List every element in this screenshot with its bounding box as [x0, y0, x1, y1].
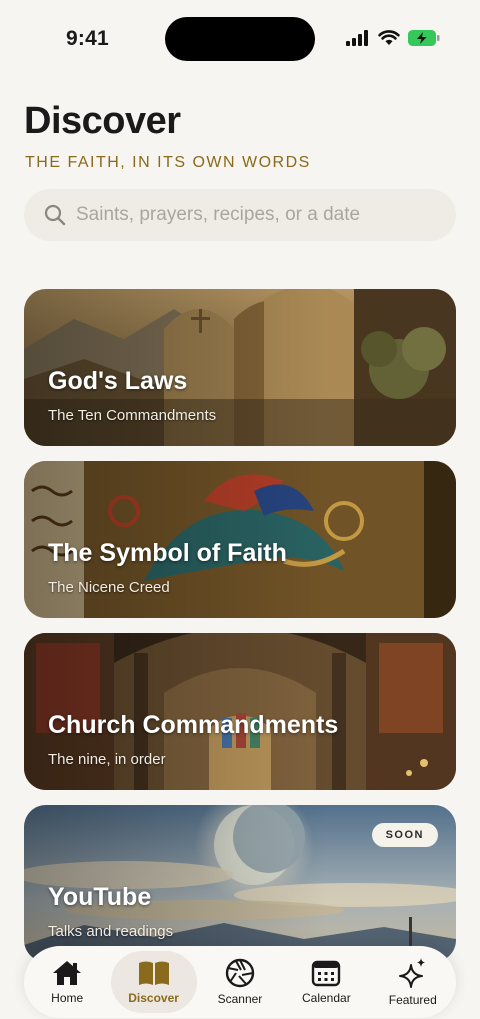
book-icon [138, 961, 169, 985]
page-title: Discover [24, 100, 181, 142]
wifi-icon [378, 30, 400, 45]
home-icon [53, 961, 82, 985]
tab-label: Home [51, 991, 84, 1005]
sparkle-icon [398, 958, 425, 988]
card-subtitle: The nine, in order [48, 751, 166, 768]
tab-label: Scanner [217, 992, 263, 1006]
card-subtitle: Talks and readings [48, 923, 174, 940]
card-subtitle: The Nicene Creed [48, 579, 170, 596]
search-input[interactable] [76, 204, 436, 226]
dynamic-island [165, 17, 315, 61]
signal-icon [346, 30, 368, 46]
tab-label: Discover [128, 991, 179, 1005]
tab-scanner[interactable]: Scanner [197, 951, 283, 1013]
tab-label: Featured [388, 993, 437, 1007]
card-symbol-of-faith[interactable]: The Symbol of Faith The Nicene Creed [24, 461, 456, 618]
tab-label: Calendar [302, 991, 351, 1005]
page-subtitle: THE FAITH, IN ITS OWN WORDS [25, 154, 311, 171]
status-bar: 9:41 [0, 0, 480, 80]
card-title: YouTube [48, 883, 152, 911]
card-title: Church Commandments [48, 711, 339, 739]
tab-discover[interactable]: Discover [110, 951, 197, 1013]
soon-badge: SOON [371, 823, 438, 847]
card-title: God's Laws [48, 367, 188, 395]
card-gods-laws[interactable]: God's Laws The Ten Commandments [24, 289, 456, 446]
tab-home[interactable]: Home [24, 951, 110, 1013]
status-time: 9:41 [66, 27, 109, 50]
tab-featured[interactable]: Featured [370, 951, 456, 1013]
tab-calendar[interactable]: Calendar [283, 951, 369, 1013]
card-church-commandments[interactable]: Church Commandments The nine, in order [24, 633, 456, 790]
status-icons [346, 30, 440, 46]
search-bar[interactable] [24, 189, 456, 241]
calendar-icon [312, 960, 341, 987]
card-title: The Symbol of Faith [48, 539, 287, 567]
aperture-icon [225, 958, 255, 988]
search-icon [44, 204, 66, 226]
battery-icon [408, 30, 440, 46]
card-youtube[interactable]: SOON YouTube Talks and readings [24, 805, 456, 962]
tab-bar: Home Discover Scanner Calendar Featured [24, 946, 456, 1018]
card-subtitle: The Ten Commandments [48, 407, 217, 424]
